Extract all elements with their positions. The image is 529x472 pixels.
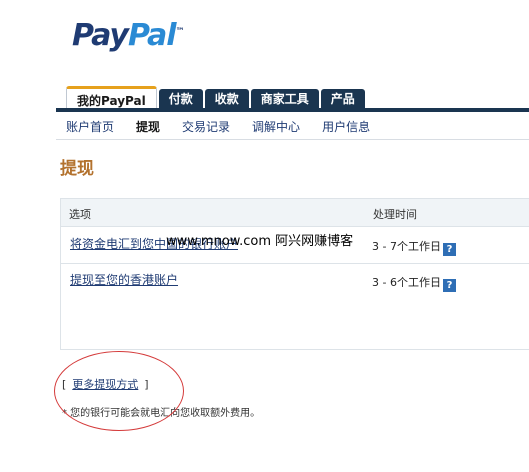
header-processing-time: 处理时间 bbox=[373, 208, 417, 221]
withdraw-options-table: 选项 处理时间 将资金电汇到您中国的银行账户 3 - 7个工作日? 提现至您的香… bbox=[60, 198, 529, 350]
page-title: 提现 bbox=[60, 159, 94, 179]
tab-receive-money[interactable]: 收款 bbox=[204, 89, 249, 109]
subnav-history[interactable]: 交易记录 bbox=[182, 118, 230, 135]
watermark-overlay: www.mnow.com 阿兴网赚博客 bbox=[166, 234, 354, 249]
processing-time-text: 3 - 7个工作日 bbox=[372, 240, 441, 253]
processing-time: 3 - 6个工作日? bbox=[372, 274, 456, 292]
trademark-symbol: ™ bbox=[175, 27, 185, 37]
annotation-circle bbox=[54, 351, 184, 431]
processing-time: 3 - 7个工作日? bbox=[372, 238, 456, 256]
subnav-resolution-center[interactable]: 调解中心 bbox=[252, 118, 300, 135]
tab-underline-bar bbox=[56, 108, 529, 112]
option-withdraw-hk-account-link[interactable]: 提现至您的香港账户 bbox=[70, 271, 178, 288]
header-option: 选项 bbox=[69, 208, 91, 221]
subnav-account-home[interactable]: 账户首页 bbox=[66, 118, 114, 135]
tab-merchant-tools[interactable]: 商家工具 bbox=[250, 89, 319, 109]
processing-time-text: 3 - 6个工作日 bbox=[372, 276, 441, 289]
tab-products[interactable]: 产品 bbox=[320, 89, 365, 109]
help-icon[interactable]: ? bbox=[442, 279, 456, 292]
sub-navigation: 账户首页 提现 交易记录 调解中心 用户信息 bbox=[66, 118, 392, 135]
logo-text-pay: Pay bbox=[72, 18, 129, 53]
help-icon[interactable]: ? bbox=[442, 243, 456, 256]
tab-send-money[interactable]: 付款 bbox=[158, 89, 203, 109]
subnav-profile[interactable]: 用户信息 bbox=[322, 118, 370, 135]
paypal-logo[interactable]: PayPal™ bbox=[72, 18, 185, 53]
subnav-divider bbox=[56, 139, 529, 140]
table-header: 选项 处理时间 bbox=[61, 199, 529, 227]
table-row: 提现至您的香港账户 3 - 6个工作日? bbox=[61, 263, 529, 299]
subnav-withdraw[interactable]: 提现 bbox=[136, 118, 160, 135]
logo-text-pal: Pal bbox=[127, 18, 177, 53]
main-tabs: 我的PayPal 付款 收款 商家工具 产品 bbox=[66, 86, 367, 112]
